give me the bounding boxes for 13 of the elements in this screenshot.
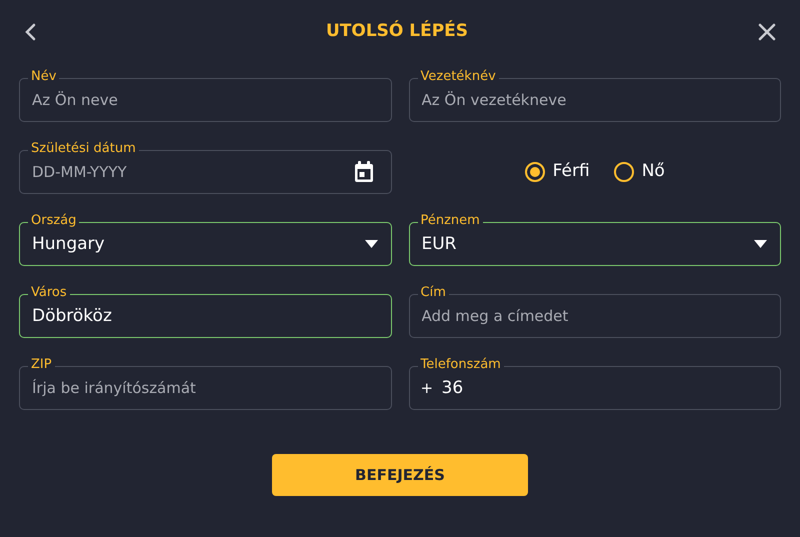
dropdown-caret-icon[interactable] — [754, 240, 767, 248]
close-icon[interactable] — [758, 23, 776, 41]
window-title: UTOLSÓ LÉPÉS — [326, 19, 468, 44]
back-icon[interactable] — [24, 23, 36, 41]
radio-button[interactable] — [614, 162, 634, 182]
phone-prefix: + — [420, 378, 434, 398]
calendar-icon[interactable] — [354, 161, 374, 183]
dropdown-caret-icon[interactable] — [364, 240, 378, 248]
radio-button[interactable] — [524, 162, 545, 182]
radio-label: Nő — [642, 160, 665, 184]
field-label: Ország — [28, 212, 80, 230]
finish-button[interactable]: BEFEJEZÉS — [272, 454, 528, 496]
radio-label: Férfi — [552, 160, 590, 184]
